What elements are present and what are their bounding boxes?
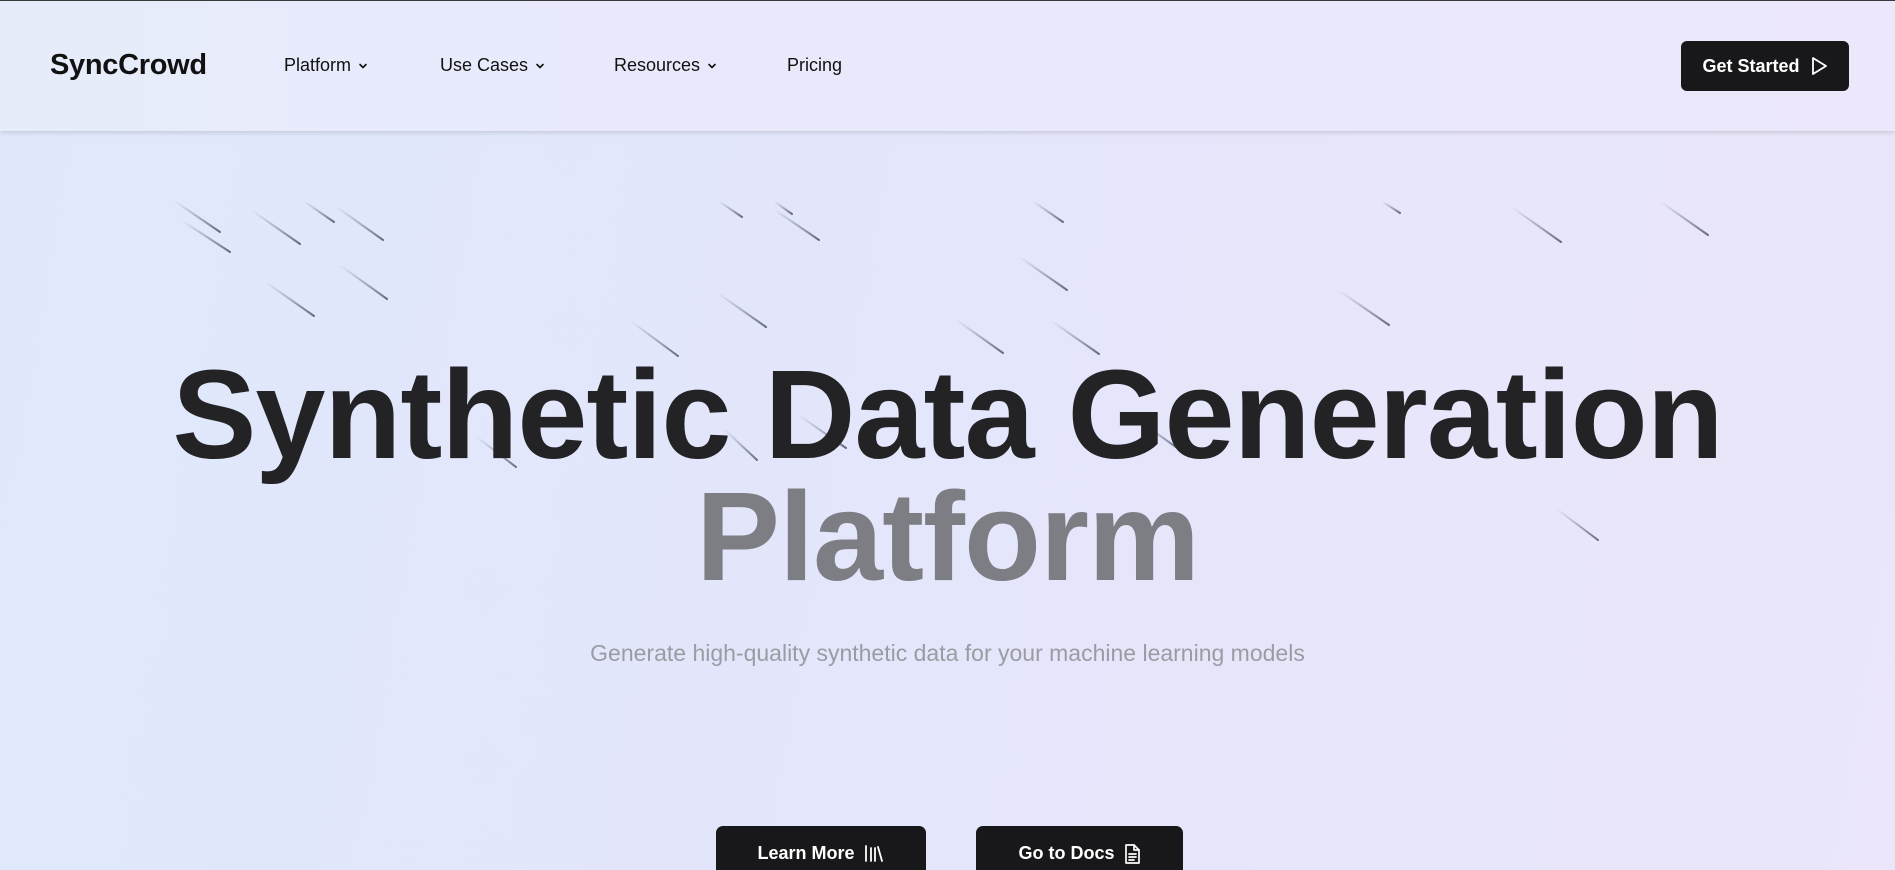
meteor-streak xyxy=(340,265,388,300)
play-icon xyxy=(1811,57,1827,75)
nav-item-platform[interactable]: Platform xyxy=(284,55,369,76)
nav-item-pricing[interactable]: Pricing xyxy=(787,55,842,76)
nav-item-use-cases[interactable]: Use Cases xyxy=(440,55,546,76)
brand-logo[interactable]: SyncCrowd xyxy=(50,49,207,82)
meteor-streak xyxy=(1382,201,1401,214)
meteor-streak xyxy=(266,282,315,317)
learn-more-label: Learn More xyxy=(757,843,855,863)
library-icon xyxy=(864,845,883,862)
meteor-streak xyxy=(1020,257,1068,291)
nav-item-label: Pricing xyxy=(787,55,843,75)
hero-title-secondary: Platform xyxy=(695,466,1200,607)
get-started-button[interactable]: Get Started xyxy=(1681,41,1849,91)
meteor-streak xyxy=(774,209,820,241)
get-started-label: Get Started xyxy=(1702,55,1800,76)
meteor-streak xyxy=(1340,291,1390,326)
meteor-streak xyxy=(718,293,767,328)
chevron-down-icon xyxy=(359,63,367,68)
learn-more-button[interactable]: Learn More xyxy=(716,826,926,870)
chevron-down-icon xyxy=(708,63,716,68)
meteor-streak xyxy=(337,207,384,241)
chevron-down-icon xyxy=(536,63,544,68)
hero-title: Synthetic Data Generation xyxy=(172,344,1723,485)
hero-subtitle: Generate high-quality synthetic data for… xyxy=(590,640,1305,666)
meteor-streak xyxy=(183,221,231,253)
go-to-docs-button[interactable]: Go to Docs xyxy=(976,826,1183,870)
nav-item-resources[interactable]: Resources xyxy=(614,55,718,76)
nav-item-label: Use Cases xyxy=(440,55,529,75)
meteor-streak xyxy=(304,201,335,223)
meteor-streak xyxy=(175,201,221,233)
go-to-docs-label: Go to Docs xyxy=(1018,843,1115,863)
meteor-streak xyxy=(1033,201,1064,223)
top-navbar: SyncCrowd Platform Use Cases Resources P… xyxy=(0,1,1895,131)
nav-item-label: Resources xyxy=(614,55,701,75)
nav-item-label: Platform xyxy=(284,55,352,75)
file-text-icon xyxy=(1124,844,1140,864)
meteor-streak xyxy=(1512,207,1562,243)
meteor-streak xyxy=(1660,201,1709,236)
meteor-streak xyxy=(253,211,301,245)
meteor-streak xyxy=(719,201,743,218)
